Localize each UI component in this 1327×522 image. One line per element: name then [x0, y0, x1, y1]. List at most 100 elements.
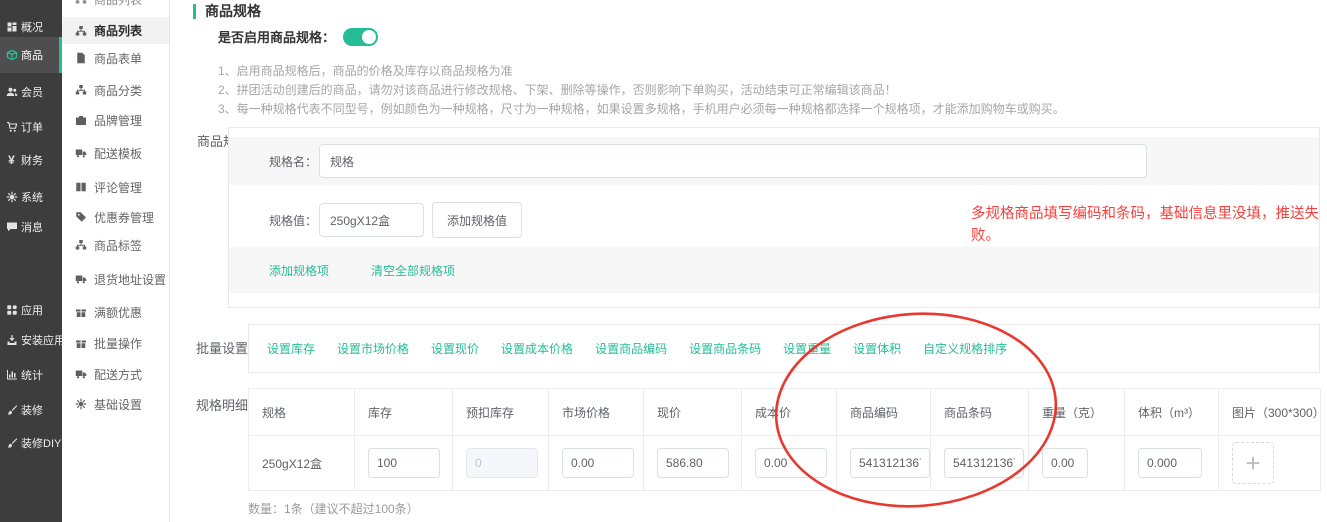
goods-box-icon	[5, 49, 18, 61]
gift-icon	[75, 306, 87, 318]
sidebar-item-label: 商品	[21, 47, 43, 63]
truck-icon	[75, 368, 87, 380]
brush-icon	[5, 437, 18, 449]
apps-icon	[5, 304, 18, 316]
row-count-text: 数量：1条（建议不超过100条）	[248, 500, 419, 517]
submenu-item-basic-settings[interactable]: 基础设置	[62, 394, 169, 414]
batch-panel: 设置库存 设置市场价格 设置现价 设置成本价格 设置商品编码 设置商品条码 设置…	[248, 324, 1320, 373]
col-stock: 库存	[355, 389, 453, 436]
sitemap-icon	[75, 0, 87, 5]
goods-barcode-input[interactable]	[944, 448, 1024, 478]
image-upload-button[interactable]: +	[1232, 442, 1274, 484]
volume-input[interactable]	[1138, 448, 1202, 478]
main-content: 商品规格 是否启用商品规格： 1、启用商品规格后，商品的价格及库存以商品规格为准…	[170, 0, 1327, 522]
sidebar-item-label: 财务	[21, 152, 43, 168]
spec-name-input[interactable]	[319, 144, 1147, 178]
sidebar-item-label: 装修DIY	[21, 435, 61, 451]
brush-icon	[5, 404, 18, 416]
sidebar-item-statistics[interactable]: 统计	[0, 366, 62, 384]
document-icon	[75, 52, 87, 64]
sidebar-item-goods[interactable]: 商品	[0, 37, 62, 73]
briefcase-icon	[75, 114, 87, 126]
enable-spec-toggle[interactable]	[343, 28, 378, 46]
toggle-knob	[362, 30, 376, 44]
submenu-item-return-address[interactable]: 退货地址设置	[62, 269, 169, 289]
dashboard-icon	[5, 21, 18, 33]
book-icon	[75, 181, 87, 193]
annotation-text: 多规格商品填写编码和条码，基础信息里没填，推送失败。	[971, 203, 1325, 247]
note-line: 3、每一种规格代表不同型号，例如颜色为一种规格，尺寸为一种规格，如果设置多规格，…	[218, 100, 1065, 119]
sidebar-item-orders[interactable]: 订单	[0, 118, 62, 136]
gift-icon	[75, 337, 87, 349]
submenu-item-full-discount[interactable]: 满额优惠	[62, 302, 169, 322]
submenu-item-delivery-template[interactable]: 配送模板	[62, 143, 169, 163]
submenu-item-goods-category[interactable]: 商品分类	[62, 80, 169, 100]
goods-submenu: 商品列表 商品列表 商品表单 商品分类 品牌管理 配送模板 评论管理 优惠券管理…	[62, 0, 170, 522]
finance-icon: ¥	[5, 154, 18, 166]
set-market-price-link[interactable]: 设置市场价格	[337, 340, 409, 357]
submenu-item-goods-list[interactable]: 商品列表	[62, 17, 169, 44]
table-header-row: 规格 库存 预扣库存 市场价格 现价 成本价 商品编码 商品条码 重量（克） 体…	[249, 389, 1321, 436]
submenu-item-coupon-management[interactable]: 优惠券管理	[62, 207, 169, 227]
col-goods-barcode: 商品条码	[931, 389, 1029, 436]
page-title: 商品规格	[193, 4, 261, 19]
note-line: 1、启用商品规格后，商品的价格及库存以商品规格为准	[218, 62, 1065, 81]
submenu-item-batch-operation[interactable]: 批量操作	[62, 333, 169, 353]
enable-spec-label: 是否启用商品规格：	[218, 27, 335, 46]
sidebar-item-fitment-diy[interactable]: 装修DIY	[0, 434, 62, 452]
sidebar-item-label: 应用	[21, 302, 43, 318]
set-cost-price-link[interactable]: 设置成本价格	[501, 340, 573, 357]
sidebar-item-label: 统计	[21, 367, 43, 383]
main-sidebar: 概况 商品 会员 订单 ¥ 财务 系统 消息 应用 安装应用 统计 装修	[0, 0, 62, 522]
submenu-item-goods-form[interactable]: 商品表单	[62, 48, 169, 68]
sidebar-item-system[interactable]: 系统	[0, 188, 62, 206]
sidebar-item-install-apps[interactable]: 安装应用	[0, 331, 62, 349]
goods-code-input[interactable]	[850, 448, 930, 478]
add-spec-item-link[interactable]: 添加规格项	[269, 262, 329, 279]
set-stock-link[interactable]: 设置库存	[267, 340, 315, 357]
stock-input[interactable]	[368, 448, 440, 478]
plus-icon: +	[1245, 450, 1260, 476]
sidebar-item-label: 概况	[21, 19, 43, 35]
set-goods-barcode-link[interactable]: 设置商品条码	[689, 340, 761, 357]
market-price-input[interactable]	[562, 448, 634, 478]
set-price-link[interactable]: 设置现价	[431, 340, 479, 357]
col-spec: 规格	[249, 389, 355, 436]
add-spec-value-button[interactable]: 添加规格值	[432, 202, 522, 238]
sidebar-item-fitment[interactable]: 装修	[0, 401, 62, 419]
detail-section-label: 规格明细	[196, 395, 248, 414]
spec-cell: 250gX12盒	[249, 436, 355, 491]
col-volume: 体积（m³）	[1125, 389, 1219, 436]
note-line: 2、拼团活动创建后的商品，请勿对该商品进行修改规格、下架、删除等操作，否则影响下…	[218, 81, 1065, 100]
sidebar-item-label: 消息	[21, 219, 43, 235]
weight-input[interactable]	[1042, 448, 1088, 478]
spec-value-input[interactable]	[319, 203, 424, 237]
sidebar-item-overview[interactable]: 概况	[0, 18, 62, 36]
spec-notes: 1、启用商品规格后，商品的价格及库存以商品规格为准 2、拼团活动创建后的商品，请…	[218, 62, 1065, 119]
price-input[interactable]	[657, 448, 729, 478]
custom-spec-sort-link[interactable]: 自定义规格排序	[923, 340, 1007, 357]
clear-spec-items-link[interactable]: 清空全部规格项	[371, 262, 455, 279]
set-goods-code-link[interactable]: 设置商品编码	[595, 340, 667, 357]
truck-icon	[75, 273, 87, 285]
sidebar-item-finance[interactable]: ¥ 财务	[0, 151, 62, 169]
col-cost-price: 成本价	[742, 389, 837, 436]
sidebar-item-apps[interactable]: 应用	[0, 301, 62, 319]
sidebar-item-members[interactable]: 会员	[0, 83, 62, 101]
col-image: 图片（300*300）	[1219, 389, 1321, 436]
submenu-item-goods-tag[interactable]: 商品标签	[62, 235, 169, 255]
table-row: 250gX12盒 +	[249, 436, 1321, 491]
sidebar-item-message[interactable]: 消息	[0, 218, 62, 236]
submenu-item-delivery-method[interactable]: 配送方式	[62, 364, 169, 384]
sidebar-item-label: 装修	[21, 402, 43, 418]
col-price: 现价	[644, 389, 742, 436]
sidebar-item-label: 订单	[21, 119, 43, 135]
sidebar-item-label: 安装应用	[21, 332, 65, 348]
set-weight-link[interactable]: 设置重量	[783, 340, 831, 357]
sitemap-icon	[75, 239, 87, 251]
submenu-item-comment-management[interactable]: 评论管理	[62, 177, 169, 197]
submenu-item-brand-management[interactable]: 品牌管理	[62, 110, 169, 130]
set-volume-link[interactable]: 设置体积	[853, 340, 901, 357]
col-pre-stock: 预扣库存	[453, 389, 549, 436]
cost-price-input[interactable]	[755, 448, 827, 478]
